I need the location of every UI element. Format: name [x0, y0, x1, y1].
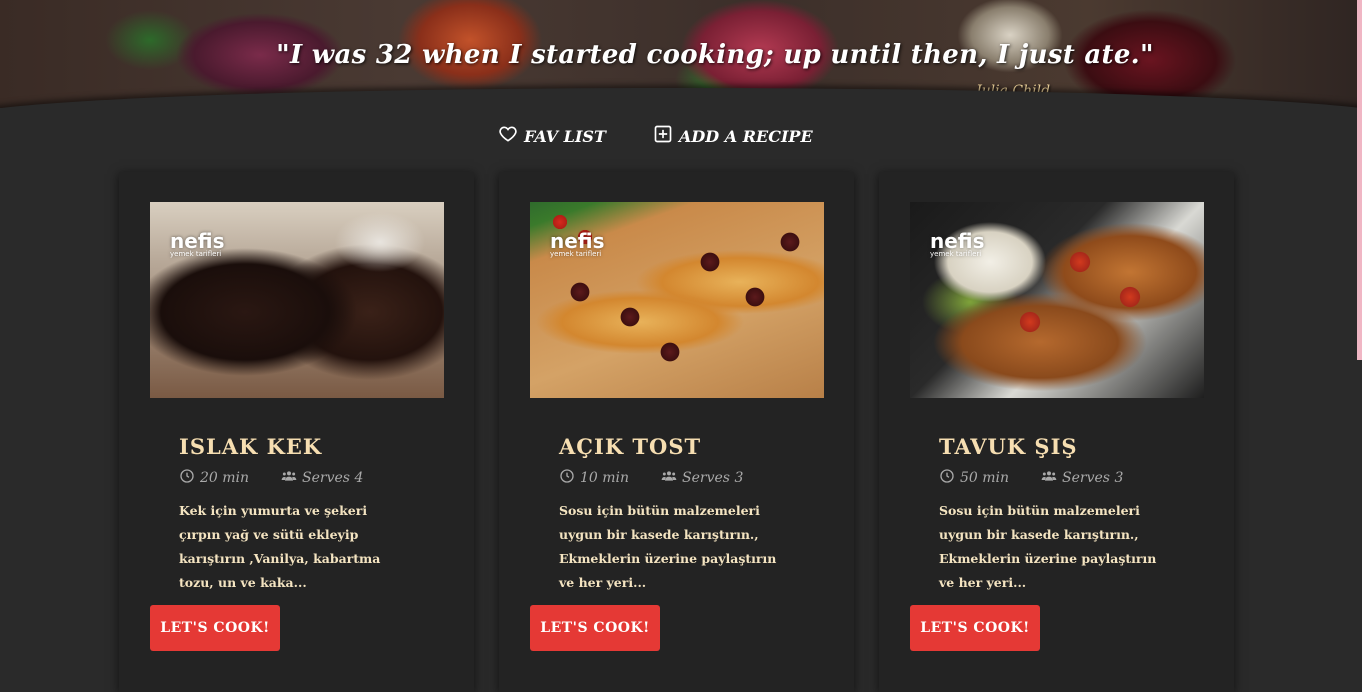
clock-icon: [179, 468, 195, 488]
users-icon: [661, 468, 677, 488]
recipe-image[interactable]: nefis yemek tarifleri: [530, 202, 824, 398]
recipe-title: TAVUK ŞIŞ: [939, 434, 1078, 459]
cook-time-value: 10 min: [580, 470, 630, 486]
cook-time-value: 20 min: [200, 470, 250, 486]
recipe-meta: 10 min Serves 3: [559, 468, 743, 488]
servings: Serves 3: [661, 468, 743, 488]
cook-time-value: 50 min: [960, 470, 1010, 486]
brand-watermark: nefis yemek tarifleri: [550, 229, 605, 258]
brand-watermark: nefis yemek tarifleri: [170, 229, 225, 258]
scrollbar-thumb[interactable]: [1357, 0, 1362, 360]
main-nav: FAV LIST ADD A RECIPE: [0, 124, 1362, 148]
cook-time: 10 min: [559, 468, 629, 488]
servings: Serves 3: [1041, 468, 1123, 488]
hero-quote: "I was 32 when I started cooking; up unt…: [276, 40, 1154, 70]
brand-watermark: nefis yemek tarifleri: [930, 229, 985, 258]
fav-list-label: FAV LIST: [524, 126, 606, 146]
recipe-title: ISLAK KEK: [179, 434, 323, 459]
recipe-description: Sosu için bütün malzemeleri uygun bir ka…: [939, 503, 1157, 590]
hero-curve-divider: [0, 88, 1362, 108]
recipe-card: nefis yemek tarifleri ISLAK KEK 20 min Se…: [119, 172, 474, 692]
recipe-image[interactable]: nefis yemek tarifleri: [150, 202, 444, 398]
recipe-card: nefis yemek tarifleri TAVUK ŞIŞ 50 min Se…: [879, 172, 1234, 692]
users-icon: [1041, 468, 1057, 488]
hero-banner: "I was 32 when I started cooking; up unt…: [0, 0, 1362, 108]
recipe-card: nefis yemek tarifleri AÇIK TOST 10 min Se…: [499, 172, 854, 692]
heart-icon: [498, 124, 518, 148]
recipe-image[interactable]: nefis yemek tarifleri: [910, 202, 1204, 398]
add-recipe-label: ADD A RECIPE: [679, 126, 813, 146]
clock-icon: [559, 468, 575, 488]
lets-cook-button[interactable]: LET'S COOK!: [150, 605, 280, 651]
cook-time: 20 min: [179, 468, 249, 488]
plus-square-icon: [653, 124, 673, 148]
fav-list-link[interactable]: FAV LIST: [498, 124, 606, 148]
recipe-description: Sosu için bütün malzemeleri uygun bir ka…: [559, 503, 777, 590]
add-recipe-link[interactable]: ADD A RECIPE: [653, 124, 813, 148]
servings: Serves 4: [281, 468, 363, 488]
recipe-meta: 50 min Serves 3: [939, 468, 1123, 488]
servings-value: Serves 3: [1062, 470, 1124, 486]
clock-icon: [939, 468, 955, 488]
recipe-title: AÇIK TOST: [559, 434, 702, 459]
cook-time: 50 min: [939, 468, 1009, 488]
lets-cook-button[interactable]: LET'S COOK!: [910, 605, 1040, 651]
users-icon: [281, 468, 297, 488]
lets-cook-button[interactable]: LET'S COOK!: [530, 605, 660, 651]
recipe-description: Kek için yumurta ve şekeri çırpın yağ ve…: [179, 503, 381, 590]
recipe-meta: 20 min Serves 4: [179, 468, 363, 488]
servings-value: Serves 3: [682, 470, 744, 486]
servings-value: Serves 4: [302, 470, 364, 486]
